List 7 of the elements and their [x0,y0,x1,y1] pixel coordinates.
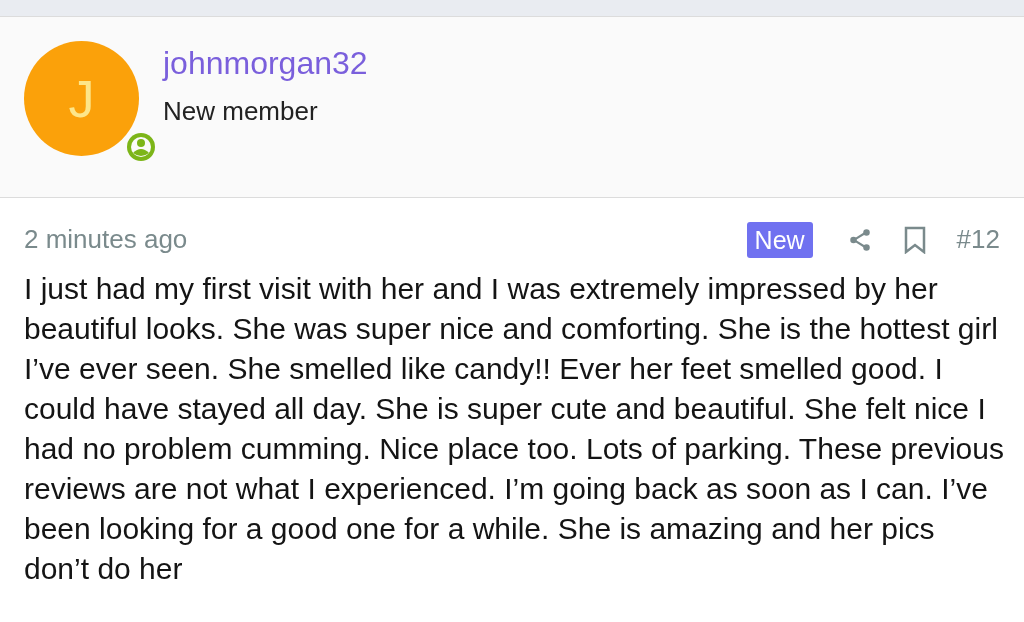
post-number-link[interactable]: #12 [956,220,1000,259]
username-link[interactable]: johnmorgan32 [163,43,368,83]
new-badge: New [746,221,813,258]
bookmark-icon[interactable] [902,225,927,254]
post-time: 2 minutes ago [24,223,188,256]
user-role: New member [163,95,319,127]
post-body: I just had my first visit with her and I was extremely impressed by her beautiful looks. She was super nice and comforting. She is the hottest girl I’ve ever seen. She smelled like candy!! Ever her feet smelled good. I could have stayed all day. She is super cute and beautiful. She felt nice I had no problem cumming. Nice place too. Lots of parking. These previous reviews are not what I experienced. I’m going back as soon as I can. I’ve been looking for a good one for a while. She is amazing and her pics don’t do her [23,271,1005,587]
